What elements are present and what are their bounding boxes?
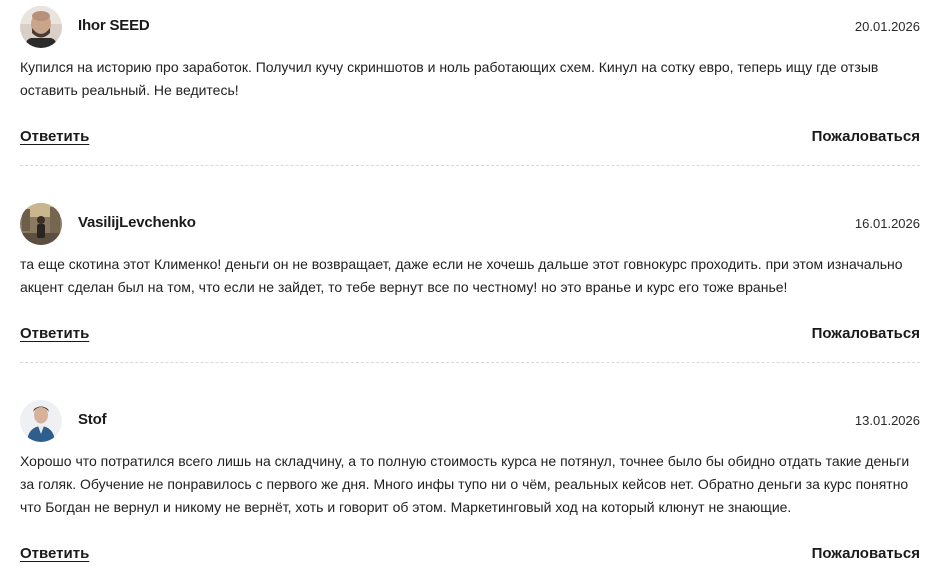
comment-item: Stof 13.01.2026 Хорошо что потратился вс… xyxy=(20,363,920,571)
comment-item: Ihor SEED 20.01.2026 Купился на историю … xyxy=(20,0,920,166)
report-button[interactable]: Пожаловаться xyxy=(812,545,920,562)
comment-author: Stof xyxy=(78,411,107,428)
reply-button[interactable]: Ответить xyxy=(20,545,89,562)
comment-date: 13.01.2026 xyxy=(854,413,920,428)
avatar[interactable] xyxy=(20,400,62,442)
user-avatar-man-blue-jacket-icon xyxy=(20,400,62,442)
comment-author: Ihor SEED xyxy=(78,17,150,34)
comment-text: Хорошо что потратился всего лишь на скла… xyxy=(20,453,910,515)
comment-actions: Ответить Пожаловаться xyxy=(20,545,920,571)
reply-button[interactable]: Ответить xyxy=(20,325,89,342)
comment-header: Stof 13.01.2026 xyxy=(20,394,920,448)
comments-list: Ihor SEED 20.01.2026 Купился на историю … xyxy=(20,0,920,571)
comment-actions: Ответить Пожаловаться xyxy=(20,325,920,351)
user-avatar-bald-man-icon xyxy=(20,6,62,48)
comment-date: 16.01.2026 xyxy=(854,216,920,231)
comment-author: VasilijLevchenko xyxy=(78,214,196,231)
comment-text: Купился на историю про заработок. Получи… xyxy=(20,59,879,98)
user-avatar-street-photo-icon xyxy=(20,203,62,245)
comment-date: 20.01.2026 xyxy=(854,19,920,34)
comment-header: VasilijLevchenko 16.01.2026 xyxy=(20,197,920,251)
reply-button[interactable]: Ответить xyxy=(20,128,89,145)
avatar[interactable] xyxy=(20,203,62,245)
comment-actions: Ответить Пожаловаться xyxy=(20,128,920,154)
comment-header: Ihor SEED 20.01.2026 xyxy=(20,0,920,54)
comment-text: та еще скотина этот Клименко! деньги он … xyxy=(20,256,903,295)
comment-item: VasilijLevchenko 16.01.2026 та еще скоти… xyxy=(20,166,920,363)
report-button[interactable]: Пожаловаться xyxy=(812,325,920,342)
report-button[interactable]: Пожаловаться xyxy=(812,128,920,145)
avatar[interactable] xyxy=(20,6,62,48)
